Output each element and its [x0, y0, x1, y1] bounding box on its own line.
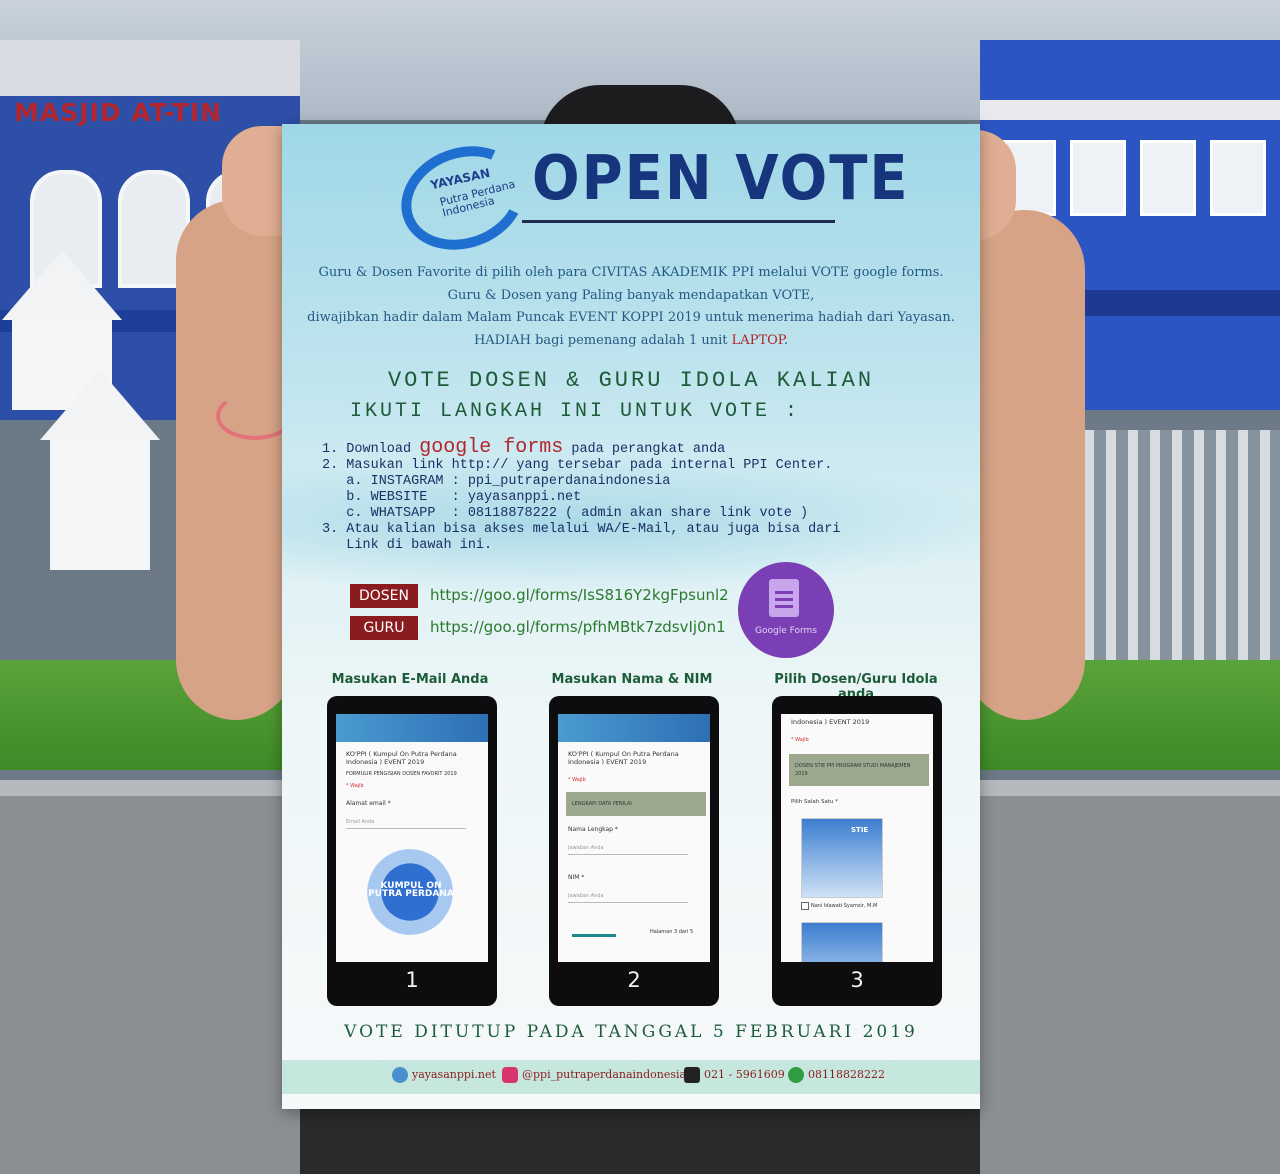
required-note: * Wajib [568, 777, 586, 783]
phone-label-1: Masukan E-Mail Anda [331, 672, 489, 687]
building-window [1070, 140, 1126, 216]
form-subtitle: FORMULIR PENGISIAN DOSEN FAVORIT 2019 [346, 771, 457, 777]
footer-website[interactable]: yayasanppi.net [412, 1068, 496, 1081]
steps-list: 1. Download google forms pada perangkat … [322, 438, 962, 554]
vote-poster: YAYASAN Putra Perdana Indonesia OPEN VOT… [282, 124, 980, 1109]
section-title: DOSEN STIE PPI PROGRAM STUDI MANAJEMEN 2… [795, 763, 911, 777]
phone-screen: Indonesia ) EVENT 2019 * Wajib DOSEN STI… [781, 714, 933, 962]
field-underline [346, 828, 466, 829]
footer-whatsapp[interactable]: 08118828222 [808, 1068, 885, 1081]
koppi-banner [336, 714, 488, 742]
candidate-checkbox[interactable] [801, 902, 809, 910]
artwork-text: KUMPUL ON PUTRA PERDANA [368, 881, 454, 899]
steps-heading: IKUTI LANGKAH INI UNTUK VOTE : [350, 400, 801, 423]
title-underline [522, 220, 835, 223]
step-2: 2. Masukan link http:// yang tersebar pa… [322, 458, 833, 473]
prize-highlight: LAPTOP [731, 332, 784, 348]
intro-line: Guru & Dosen Favorite di pilih oleh para… [318, 265, 944, 280]
step-2a: a. INSTAGRAM : ppi_putraperdanaindonesia [322, 474, 671, 489]
contact-footer: yayasanppi.net @ppi_putraperdanaindonesi… [282, 1060, 980, 1094]
google-forms-icon [769, 579, 799, 617]
white-tent-body [50, 440, 150, 570]
phone-mockup-3: Indonesia ) EVENT 2019 * Wajib DOSEN STI… [772, 696, 942, 1006]
nim-field[interactable]: Jawaban Anda [568, 892, 700, 900]
email-field[interactable]: Email Anda [346, 818, 478, 826]
mosque-sign: MASJID AT-TIN [14, 98, 223, 127]
intro-text: Guru & Dosen Favorite di pilih oleh para… [302, 262, 960, 352]
phone-number: 2 [627, 968, 641, 992]
google-forms-highlight: google forms [419, 436, 564, 459]
intro-line: HADIAH bagi pemenang adalah 1 unit LAPTO… [302, 330, 960, 353]
step-2c: c. WHATSAPP : 08118878222 ( admin akan s… [322, 506, 809, 521]
form-heading: Indonesia ) EVENT 2019 [791, 718, 870, 726]
form-heading: KO'PPI ( Kumpul On Putra Perdana Indones… [568, 750, 679, 766]
progress-bar [572, 934, 616, 937]
phone-mockup-1: KO'PPI ( Kumpul On Putra Perdana Indones… [327, 696, 497, 1006]
intro-line: diwajibkan hadir dalam Malam Puncak EVEN… [307, 310, 955, 325]
building-window [1140, 140, 1196, 216]
field-underline [568, 854, 688, 855]
nim-label: NIM * [568, 874, 585, 881]
right-arm [965, 210, 1085, 720]
section-title: LENGKAPI DATA PENILAI [572, 801, 632, 807]
guru-link[interactable]: https://goo.gl/forms/pfhMBtk7zdsvIj0n1 [430, 618, 726, 636]
yayasan-logo: YAYASAN Putra Perdana Indonesia [386, 129, 540, 267]
footer-phone[interactable]: 021 - 5961609 [704, 1068, 785, 1081]
photo-tag: STIE [851, 826, 869, 834]
guru-tag: GURU [350, 616, 418, 640]
form-heading: KO'PPI ( Kumpul On Putra Perdana Indones… [346, 750, 457, 766]
poster-title: OPEN VOTE [532, 142, 910, 215]
step-text: pada perangkat anda [563, 442, 726, 457]
footer-instagram[interactable]: @ppi_putraperdanaindonesia [522, 1068, 686, 1081]
whatsapp-icon [788, 1067, 804, 1083]
building-window [1210, 140, 1266, 216]
globe-icon [392, 1067, 408, 1083]
phone-icon [684, 1067, 700, 1083]
dosen-link[interactable]: https://goo.gl/forms/IsS816Y2kgFpsunl2 [430, 586, 729, 604]
phone-number: 1 [405, 968, 419, 992]
instagram-icon [502, 1067, 518, 1083]
intro-line: Guru & Dosen yang Paling banyak mendapat… [447, 287, 815, 303]
white-tent [40, 370, 160, 440]
name-label: Nama Lengkap * [568, 826, 618, 833]
page-indicator: Halaman 3 dari 5 [650, 929, 694, 935]
building-band [980, 100, 1280, 120]
required-note: * Wajib [346, 783, 364, 789]
field-underline [568, 902, 688, 903]
candidate-photo [801, 922, 883, 962]
intro-text-part: HADIAH bagi pemenang adalah 1 unit [473, 332, 732, 348]
phone-screen: KO'PPI ( Kumpul On Putra Perdana Indones… [336, 714, 488, 962]
koppi-banner [558, 714, 710, 742]
dosen-tag: DOSEN [350, 584, 418, 608]
google-forms-caption: Google Forms [755, 626, 817, 636]
phone-number: 3 [850, 968, 864, 992]
candidate-name: Nani Idawati Syamsir, M.M [811, 903, 878, 909]
google-forms-badge: Google Forms [738, 562, 834, 658]
left-arm [176, 200, 296, 720]
mosque-roof [0, 40, 300, 96]
step-2b: b. WEBSITE : yayasanppi.net [322, 490, 582, 505]
step-1: 1. Download google forms pada perangkat … [322, 438, 962, 458]
step-3-cont: Link di bawah ini. [322, 538, 493, 553]
choose-prompt: Pilih Salah Satu * [791, 799, 839, 805]
email-label: Alamat email * [346, 800, 391, 807]
vote-heading: VOTE DOSEN & GURU IDOLA KALIAN [387, 368, 875, 393]
step-3: 3. Atau kalian bisa akses melalui WA/E-M… [322, 522, 841, 537]
phone-screen: KO'PPI ( Kumpul On Putra Perdana Indones… [558, 714, 710, 962]
phone-label-2: Masukan Nama & NIM [551, 672, 713, 687]
closing-date: VOTE DITUTUP PADA TANGGAL 5 FEBRUARI 201… [344, 1022, 918, 1042]
step-text: 1. Download [322, 442, 420, 457]
phone-mockup-2: KO'PPI ( Kumpul On Putra Perdana Indones… [549, 696, 719, 1006]
white-tent [2, 250, 122, 320]
name-field[interactable]: Jawaban Anda [568, 844, 700, 852]
required-note: * Wajib [791, 737, 809, 743]
intro-text-part: . [783, 332, 789, 348]
